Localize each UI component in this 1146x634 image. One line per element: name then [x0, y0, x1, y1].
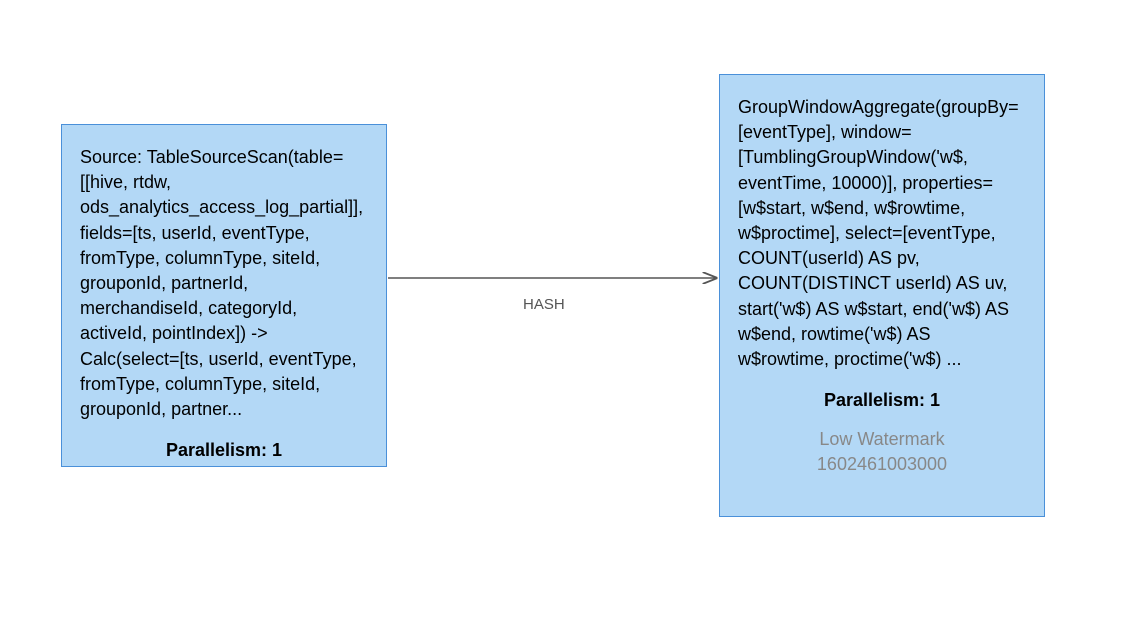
edge-arrow: [386, 266, 720, 290]
operator-description-aggregate: GroupWindowAggregate(groupBy=[eventType]…: [738, 95, 1026, 372]
parallelism-label-aggregate: Parallelism: 1: [738, 388, 1026, 413]
low-watermark-label: Low Watermark: [819, 429, 944, 449]
operator-node-aggregate[interactable]: GroupWindowAggregate(groupBy=[eventType]…: [719, 74, 1045, 517]
operator-node-source[interactable]: Source: TableSourceScan(table=[[hive, rt…: [61, 124, 387, 467]
low-watermark-value: 1602461003000: [817, 454, 947, 474]
operator-description-source: Source: TableSourceScan(table=[[hive, rt…: [80, 145, 368, 422]
low-watermark: Low Watermark 1602461003000: [738, 427, 1026, 476]
edge-label: HASH: [523, 296, 565, 313]
parallelism-label-source: Parallelism: 1: [80, 438, 368, 463]
